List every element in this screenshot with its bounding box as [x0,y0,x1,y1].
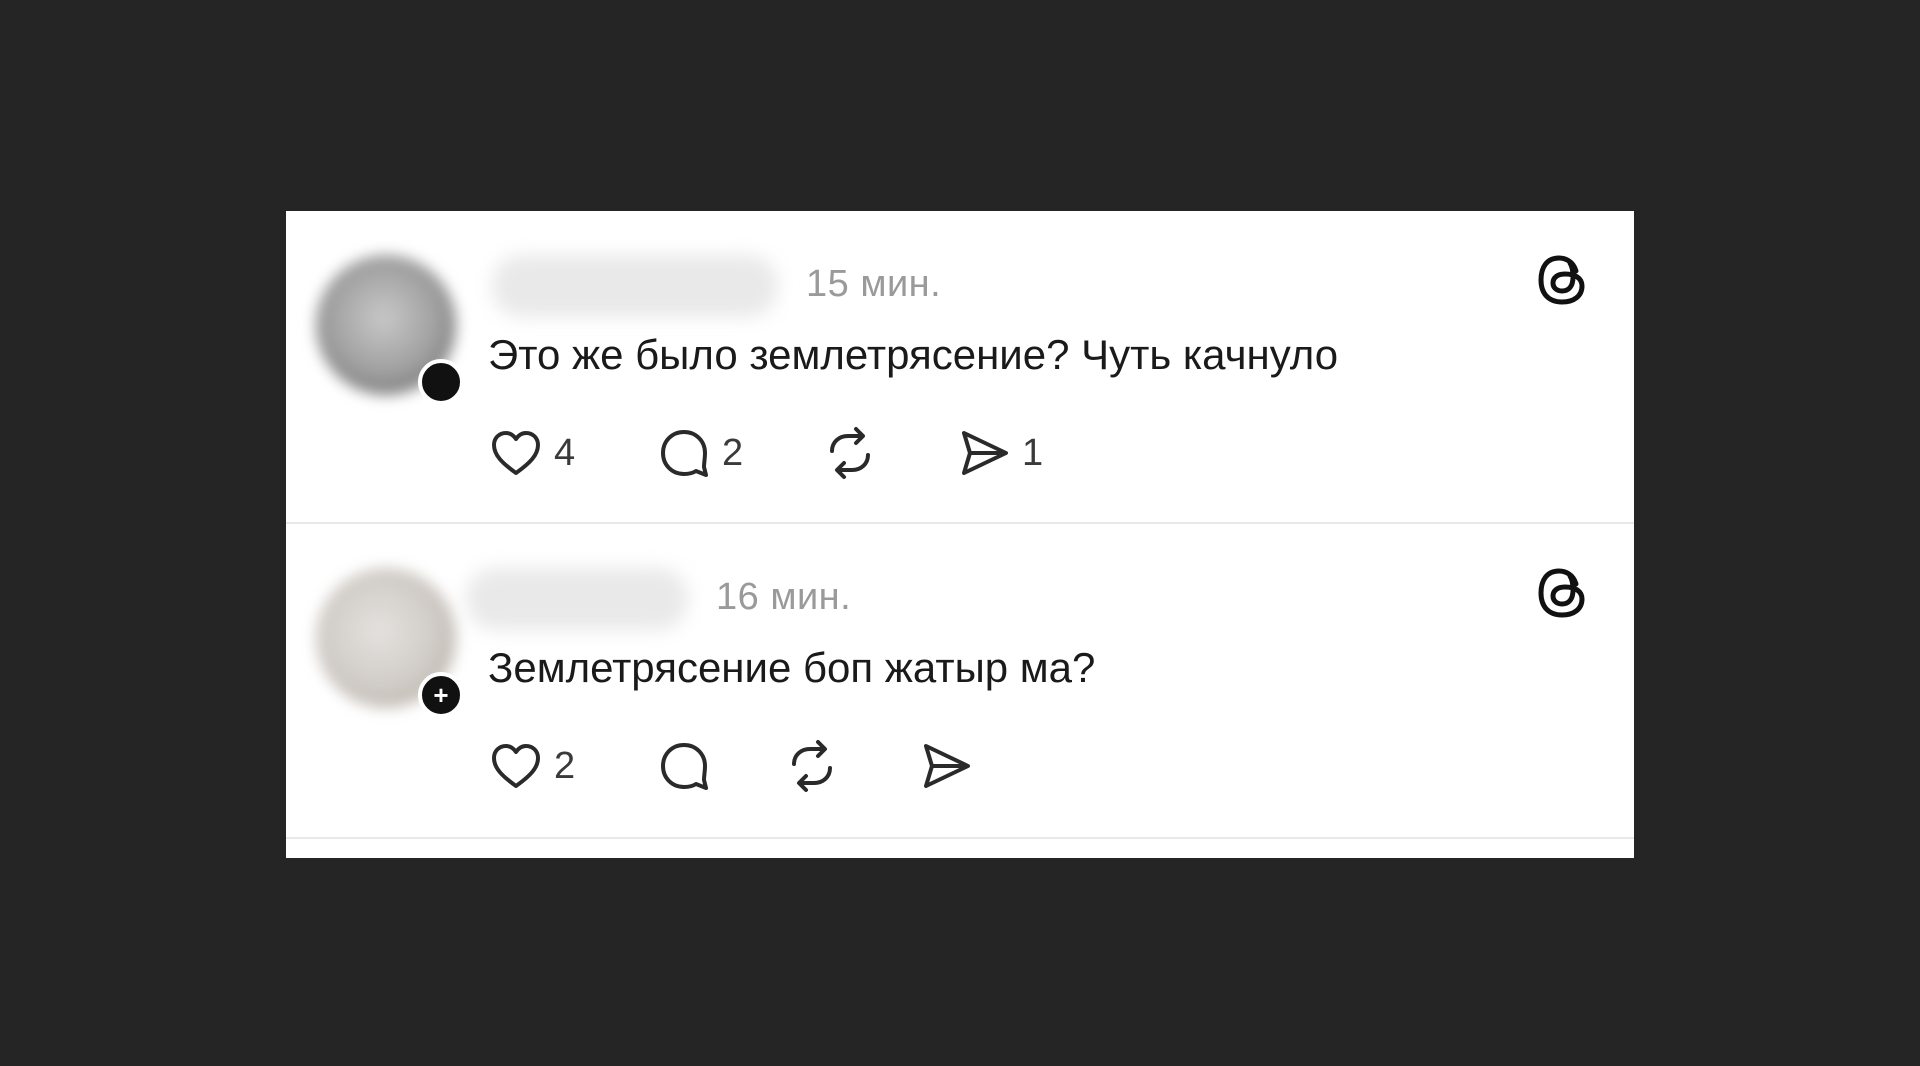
share-button[interactable]: 1 [956,419,1043,487]
heart-icon [492,744,540,788]
avatar-badge [418,359,464,405]
threads-logo-icon[interactable] [1532,249,1594,311]
author-name-redacted [492,255,778,317]
comment-bubble-icon [661,430,708,477]
post[interactable]: + 16 мин. Землетрясение боп жатыр ма? 2 [286,524,1634,836]
repost-icon [830,427,870,479]
post-text: Землетрясение боп жатыр ма? [488,644,1096,691]
repost-button[interactable] [822,419,878,487]
share-button[interactable] [918,732,974,800]
post-divider [286,837,1634,839]
reply-count: 2 [722,431,744,474]
threads-logo-icon[interactable] [1532,562,1594,624]
author-name-redacted [466,568,688,630]
post-timestamp: 16 мин. [716,576,852,618]
like-button[interactable]: 2 [488,732,575,800]
reply-button[interactable]: 2 [656,419,743,487]
comment-bubble-icon [661,743,708,790]
like-count: 4 [554,431,576,474]
send-icon [962,431,1008,475]
like-count: 2 [554,744,576,787]
reply-button[interactable] [656,732,712,800]
like-button[interactable]: 4 [488,419,575,487]
repost-icon [792,740,832,792]
post[interactable]: 15 мин. Это же было землетрясение? Чуть … [286,211,1634,523]
share-count: 1 [1022,431,1044,474]
threads-feed-card: 15 мин. Это же было землетрясение? Чуть … [286,211,1634,858]
repost-button[interactable] [784,732,840,800]
send-icon [924,744,970,788]
post-text: Это же было землетрясение? Чуть качнуло [488,331,1339,378]
heart-icon [492,431,540,475]
follow-plus-badge[interactable]: + [418,672,464,718]
post-timestamp: 15 мин. [806,263,942,305]
